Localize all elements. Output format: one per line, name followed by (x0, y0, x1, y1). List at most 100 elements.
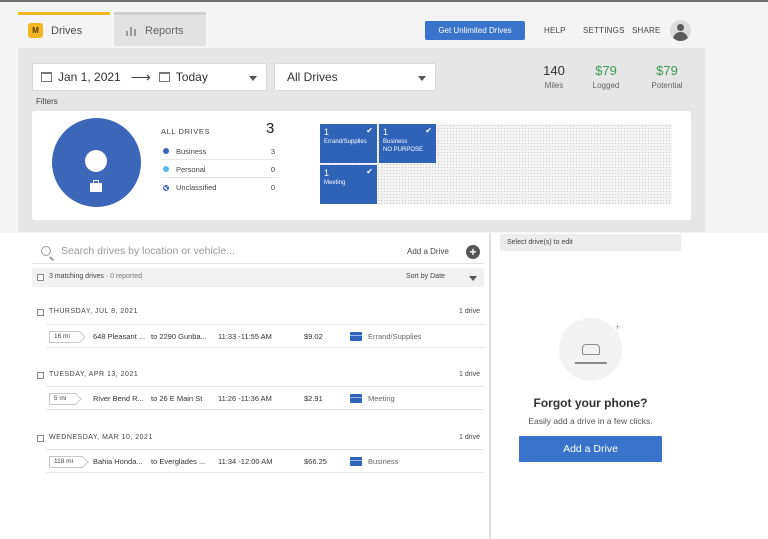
help-link[interactable]: HELP (544, 26, 566, 35)
share-link[interactable]: SHARE (632, 26, 661, 35)
legend-label: Business (176, 146, 207, 156)
drive-amount: $2.91 (304, 394, 323, 403)
add-drive-plus-icon[interactable]: + (466, 245, 480, 259)
drive-to: to Everglades ... (151, 457, 206, 466)
stat-potential-label: Potential (651, 81, 683, 90)
day-date: TUESDAY, APR 13, 2021 (49, 371, 139, 378)
search-input[interactable]: Search drives by location or vehicle... (61, 245, 235, 257)
drive-to: to 2290 Gunba... (151, 332, 207, 341)
stat-logged-label: Logged (592, 81, 620, 90)
settings-link[interactable]: SETTINGS (583, 26, 625, 35)
get-unlimited-drives-button[interactable]: Get Unlimited Drives (425, 21, 525, 40)
calendar-icon (41, 72, 52, 82)
drive-purpose[interactable]: Meeting (368, 394, 395, 403)
sort-dropdown[interactable]: Sort by Date (406, 273, 445, 280)
tab-drives-label: Drives (51, 24, 83, 37)
tab-drives[interactable]: M Drives (18, 12, 110, 46)
drive-time: 11:33 -11:55 AM (218, 332, 272, 341)
briefcase-icon (350, 394, 362, 403)
select-drives-bar: Select drive(s) to edit (500, 234, 681, 251)
date-range-picker[interactable]: Jan 1, 2021 ⟶ Today (32, 63, 267, 91)
matching-drives-text: 3 matching drives · 0 reported (49, 273, 142, 280)
day-checkbox[interactable] (37, 435, 44, 442)
legend-business[interactable]: Business 3 (161, 143, 279, 160)
check-icon: ✔ (425, 126, 432, 135)
legend-count: 0 (270, 183, 275, 192)
all-drives-total: 3 (266, 120, 275, 137)
tile-business[interactable]: 1 Business NO PURPOSE ✔ (379, 124, 436, 163)
drive-row[interactable]: 118 mi Bahia Honda... to Everglades ... … (46, 449, 484, 473)
drive-from: River Bend R... (93, 394, 144, 403)
day-drive-count: 1 drive (458, 371, 480, 378)
tab-reports[interactable]: Reports (114, 12, 206, 46)
stat-miles-value: 140 (543, 63, 565, 78)
all-drives-title: ALL DRIVES (161, 127, 211, 136)
legend-personal[interactable]: Personal 0 (161, 161, 279, 178)
stat-miles-label: Miles (544, 81, 564, 90)
mileage-tag: 16 mi (49, 331, 80, 343)
filters-label: Filters (36, 97, 58, 106)
tile-errand-supplies[interactable]: 1 Errand/Supplies ✔ (320, 124, 377, 163)
day-header: WEDNESDAY, MAR 10, 2021 1 drive (32, 434, 484, 448)
check-icon: ✔ (366, 167, 373, 176)
day-checkbox[interactable] (37, 309, 44, 316)
personal-dot-icon (163, 166, 169, 172)
chevron-down-icon (249, 76, 257, 81)
tile-label: Meeting (324, 180, 346, 186)
arrow-right-icon: ⟶ (130, 68, 151, 85)
select-all-checkbox[interactable] (37, 274, 44, 281)
drive-row[interactable]: 16 mi 648 Pleasant ... to 2290 Gunba... … (46, 324, 484, 348)
drive-to: to 26 E Main St (151, 394, 203, 403)
match-count: 3 matching drives (49, 273, 104, 280)
drive-row[interactable]: 5 mi River Bend R... to 26 E Main St 11:… (46, 386, 484, 410)
legend-unclassified[interactable]: Unclassified 0 (161, 179, 279, 196)
pie-center (85, 150, 107, 172)
drive-purpose[interactable]: Business (368, 457, 398, 466)
drive-amount: $9.02 (304, 332, 323, 341)
drive-from: Bahia Honda... (93, 457, 143, 466)
day-date: WEDNESDAY, MAR 10, 2021 (49, 434, 153, 441)
stat-potential-value: $79 (656, 63, 678, 78)
add-drive-button[interactable]: Add a Drive (519, 436, 662, 462)
stat-potential: $79 Potential (642, 63, 692, 90)
tile-sublabel: NO PURPOSE (383, 146, 424, 153)
search-bar: Search drives by location or vehicle... … (32, 240, 484, 264)
legend-label: Personal (176, 164, 206, 174)
briefcase-icon (350, 457, 362, 466)
briefcase-icon (350, 332, 362, 341)
drive-purpose[interactable]: Errand/Supplies (368, 332, 421, 341)
day-header: TUESDAY, APR 13, 2021 1 drive (32, 371, 484, 385)
day-header: THURSDAY, JUL 8, 2021 1 drive (32, 308, 484, 322)
briefcase-icon (90, 180, 102, 192)
day-drive-count: 1 drive (458, 308, 480, 315)
mileage-tag: 118 mi (49, 456, 84, 468)
tile-label: Business (383, 139, 408, 145)
stat-logged-value: $79 (595, 63, 617, 78)
day-date: THURSDAY, JUL 8, 2021 (49, 308, 138, 315)
date-from: Jan 1, 2021 (58, 70, 121, 84)
mileage-tag: 5 mi (49, 393, 77, 405)
drive-filter-select[interactable]: All Drives (274, 63, 436, 91)
day-checkbox[interactable] (37, 372, 44, 379)
car-icon (582, 344, 600, 355)
legend-count: 0 (270, 164, 275, 174)
road-line (575, 362, 607, 364)
mileiq-logo-icon: M (28, 23, 43, 38)
tab-reports-label: Reports (145, 24, 184, 37)
tile-meeting[interactable]: 1 Meeting ✔ (320, 165, 377, 204)
plus-icon: + (615, 322, 621, 332)
reported-count: · 0 reported (105, 273, 142, 280)
unclassified-dot-icon (163, 184, 169, 191)
check-icon: ✔ (366, 126, 373, 135)
user-avatar-icon[interactable] (670, 20, 691, 41)
drive-filter-value: All Drives (287, 70, 338, 84)
add-drive-link[interactable]: Add a Drive (407, 247, 449, 256)
drive-from: 648 Pleasant ... (93, 332, 146, 341)
forgot-phone-title: Forgot your phone? (533, 396, 648, 410)
drive-time: 11:26 -11:36 AM (218, 394, 272, 403)
top-border (0, 0, 768, 2)
bar-chart-icon (126, 26, 137, 36)
forgot-phone-subtitle: Easily add a drive in a few clicks. (528, 416, 653, 426)
chevron-down-icon (418, 76, 426, 81)
chevron-down-icon[interactable] (469, 276, 477, 281)
